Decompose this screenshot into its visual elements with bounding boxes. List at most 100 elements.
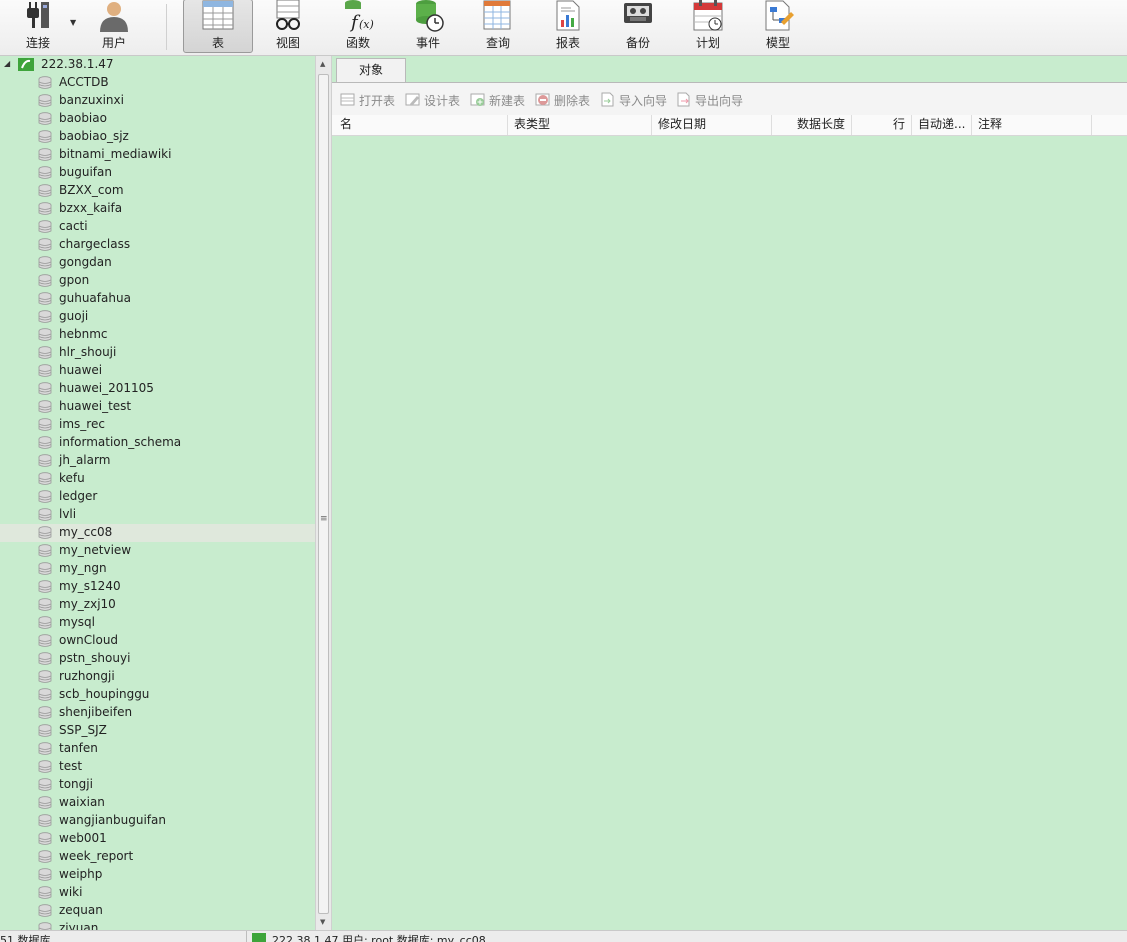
table-button[interactable]: 表 — [183, 0, 253, 53]
model-button[interactable]: 模型 — [743, 0, 813, 53]
database-item[interactable]: week_report — [0, 848, 315, 866]
tab-objects[interactable]: 对象 — [336, 58, 406, 82]
column-header-rows[interactable]: 行 — [852, 115, 912, 135]
database-item[interactable]: cacti — [0, 218, 315, 236]
database-item[interactable]: bitnami_mediawiki — [0, 146, 315, 164]
database-item[interactable]: my_ngn — [0, 560, 315, 578]
database-item[interactable]: my_zxj10 — [0, 596, 315, 614]
database-name: zequan — [59, 903, 103, 917]
database-item[interactable]: web001 — [0, 830, 315, 848]
table-body[interactable] — [334, 136, 1127, 930]
database-item[interactable]: wangjianbuguifan — [0, 812, 315, 830]
database-item[interactable]: ledger — [0, 488, 315, 506]
status-divider — [246, 931, 247, 942]
export-wizard-icon — [677, 92, 690, 107]
column-header-auto-increment[interactable]: 自动递... — [912, 115, 972, 135]
database-item[interactable]: baobiao — [0, 110, 315, 128]
scroll-up-icon[interactable]: ▲ — [320, 60, 325, 68]
database-item[interactable]: my_cc08 — [0, 524, 315, 542]
schedule-calendar-icon — [693, 0, 723, 31]
database-icon — [38, 490, 52, 503]
view-button[interactable]: 视图 — [253, 0, 323, 53]
database-name: BZXX_com — [59, 183, 124, 197]
database-item[interactable]: ruzhongji — [0, 668, 315, 686]
database-item[interactable]: waixian — [0, 794, 315, 812]
database-icon — [38, 580, 52, 593]
schedule-button[interactable]: 计划 — [673, 0, 743, 53]
view-glasses-icon — [276, 0, 300, 30]
database-item[interactable]: wiki — [0, 884, 315, 902]
tab-bar: 对象 — [332, 56, 1127, 83]
database-name: web001 — [59, 831, 107, 845]
database-item[interactable]: ims_rec — [0, 416, 315, 434]
database-item[interactable]: pstn_shouyi — [0, 650, 315, 668]
query-button[interactable]: 查询 — [463, 0, 533, 53]
database-item[interactable]: SSP_SJZ — [0, 722, 315, 740]
connection-node[interactable]: ◢ 222.38.1.47 — [0, 56, 315, 74]
function-button[interactable]: f (x) 函数 — [323, 0, 393, 53]
column-header-comment[interactable]: 注释 — [972, 115, 1092, 135]
database-item[interactable]: my_netview — [0, 542, 315, 560]
column-header-name[interactable]: 名 — [334, 115, 508, 135]
user-button[interactable]: 用户 — [79, 0, 149, 53]
database-icon — [38, 382, 52, 395]
column-header-modified[interactable]: 修改日期 — [652, 115, 772, 135]
database-item[interactable]: chargeclass — [0, 236, 315, 254]
scrollbar-thumb[interactable] — [318, 74, 329, 914]
collapse-toggle-icon[interactable]: ◢ — [4, 59, 10, 68]
database-name: baobiao — [59, 111, 107, 125]
database-item[interactable]: gongdan — [0, 254, 315, 272]
main-toolbar: 连接 ▼ 用户 表 视图 f (x) 函数 事件 查询 报表 备份 计划 模型 — [0, 0, 1127, 56]
database-item[interactable]: guoji — [0, 308, 315, 326]
database-item[interactable]: banzuxinxi — [0, 92, 315, 110]
connection-dropdown-icon[interactable]: ▼ — [70, 18, 76, 27]
database-item[interactable]: ACCTDB — [0, 74, 315, 92]
connection-button[interactable]: 连接 — [3, 0, 73, 53]
database-item[interactable]: hlr_shouji — [0, 344, 315, 362]
scroll-down-icon[interactable]: ▼ — [320, 918, 325, 926]
database-item[interactable]: gpon — [0, 272, 315, 290]
database-item[interactable]: baobiao_sjz — [0, 128, 315, 146]
backup-button[interactable]: 备份 — [603, 0, 673, 53]
tree-scrollbar[interactable]: ▲ ≡ ▼ — [315, 56, 332, 930]
database-name: guoji — [59, 309, 89, 323]
database-item[interactable]: mysql — [0, 614, 315, 632]
database-item[interactable]: my_s1240 — [0, 578, 315, 596]
database-icon — [38, 400, 52, 413]
database-item[interactable]: lvli — [0, 506, 315, 524]
database-icon — [38, 76, 52, 89]
column-header-type[interactable]: 表类型 — [508, 115, 652, 135]
report-button[interactable]: 报表 — [533, 0, 603, 53]
database-item[interactable]: tongji — [0, 776, 315, 794]
database-item[interactable]: huawei_201105 — [0, 380, 315, 398]
database-name: gongdan — [59, 255, 112, 269]
database-item[interactable]: buguifan — [0, 164, 315, 182]
database-item[interactable]: scb_houpinggu — [0, 686, 315, 704]
database-item[interactable]: bzxx_kaifa — [0, 200, 315, 218]
database-item[interactable]: BZXX_com — [0, 182, 315, 200]
user-icon — [100, 2, 128, 32]
database-item[interactable]: kefu — [0, 470, 315, 488]
database-name: ownCloud — [59, 633, 119, 647]
database-name: ACCTDB — [59, 75, 109, 89]
event-button[interactable]: 事件 — [393, 0, 463, 53]
database-icon — [38, 598, 52, 611]
database-item[interactable]: jh_alarm — [0, 452, 315, 470]
column-header-data-length[interactable]: 数据长度 — [772, 115, 852, 135]
database-item[interactable]: ziyuan — [0, 920, 315, 930]
database-item[interactable]: hebnmc — [0, 326, 315, 344]
database-item[interactable]: huawei_test — [0, 398, 315, 416]
database-item[interactable]: tanfen — [0, 740, 315, 758]
database-item[interactable]: information_schema — [0, 434, 315, 452]
database-item[interactable]: test — [0, 758, 315, 776]
database-name: ledger — [59, 489, 98, 503]
database-item[interactable]: weiphp — [0, 866, 315, 884]
database-item[interactable]: ownCloud — [0, 632, 315, 650]
database-item[interactable]: huawei — [0, 362, 315, 380]
database-item[interactable]: zequan — [0, 902, 315, 920]
database-icon — [38, 724, 52, 737]
database-item[interactable]: guhuafahua — [0, 290, 315, 308]
database-name: wiki — [59, 885, 83, 899]
database-item[interactable]: shenjibeifen — [0, 704, 315, 722]
splitter-grip-icon[interactable]: ≡ — [320, 515, 328, 524]
